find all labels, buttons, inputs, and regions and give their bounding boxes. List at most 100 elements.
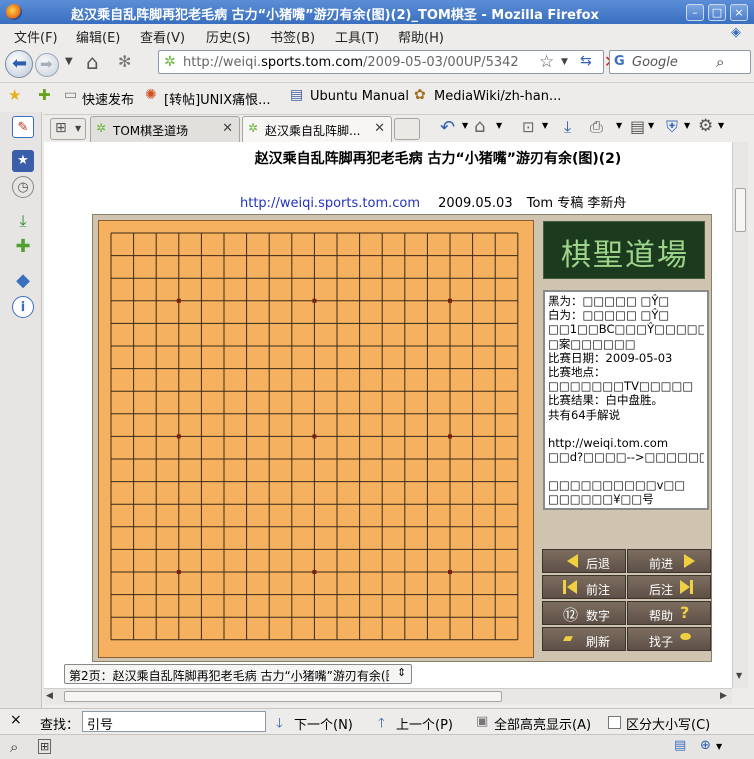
- horizontal-scroll-thumb[interactable]: [64, 691, 502, 702]
- minimize-button[interactable]: –: [686, 4, 704, 21]
- tab-close-icon[interactable]: ✕: [222, 121, 233, 136]
- tab-close-icon[interactable]: ✕: [374, 121, 385, 136]
- search-input[interactable]: Google: [632, 55, 678, 70]
- menu-tools[interactable]: 工具(T): [335, 27, 379, 46]
- bookmark-unix[interactable]: [转帖]UNIX痛恨...: [164, 89, 271, 108]
- dropdown-icon[interactable]: ▼: [648, 121, 654, 130]
- close-button[interactable]: ×: [730, 4, 748, 21]
- menu-edit[interactable]: 编辑(E): [76, 27, 120, 46]
- article-title: 赵汉乘自乱阵脚再犯老毛病 古力“小猪嘴”游刃有余(图)(2): [254, 151, 622, 167]
- bookmarks-star-icon[interactable]: ★: [8, 86, 21, 104]
- arrow-down-icon: 🡓: [276, 716, 283, 731]
- rss-icon[interactable]: ⊡: [522, 118, 535, 136]
- addon-icon[interactable]: ✻: [118, 52, 131, 71]
- site-link[interactable]: http://weiqi.sports.tom.com: [240, 196, 420, 211]
- diamond-icon[interactable]: ◆: [12, 270, 34, 292]
- status-dropdown-icon[interactable]: ▼: [716, 742, 722, 751]
- show-numbers-button[interactable]: ⑫ 数字: [542, 601, 626, 625]
- reload-icon[interactable]: ⇆: [580, 53, 592, 69]
- home-small-icon[interactable]: ⌂: [474, 116, 485, 137]
- addons-puzzle-icon[interactable]: ✚: [12, 236, 34, 258]
- history-clock-icon[interactable]: ◷: [12, 176, 34, 198]
- page-tools-icon[interactable]: ▤: [630, 117, 645, 136]
- status-stack-icon[interactable]: ▤: [674, 738, 686, 753]
- save-page-icon[interactable]: ⤓: [564, 117, 571, 137]
- url-bar[interactable]: ✲ http://weiqi.sports.tom.com/2009-05-03…: [158, 50, 617, 74]
- info-line: 比赛结果：白中盘胜。: [548, 393, 663, 408]
- refresh-button[interactable]: ▰ 刷新: [542, 627, 626, 651]
- page-select[interactable]: 第2页：赵汉乘自乱阵脚再犯老毛病 古力“小猪嘴”游刃有余(图) ⇕: [64, 664, 412, 684]
- url-dropdown-icon[interactable]: ▼: [561, 57, 568, 67]
- find-stone-icon: ⬬: [680, 630, 692, 645]
- extra-toolbar: ↶ ▼ ⌂ ▼ ⊡ ▼ ⤓ ⎙ ▼ ▤ ▼ ⛨ ▼ ⚙ ▼: [440, 116, 750, 140]
- info-line: [548, 464, 704, 478]
- find-close-icon[interactable]: ×: [10, 712, 22, 728]
- find-stone-button[interactable]: 找子 ⬬: [627, 627, 711, 651]
- scroll-down-arrow-icon[interactable]: ▼: [736, 671, 742, 680]
- bookmark-star-icon[interactable]: ☆: [539, 52, 554, 72]
- screenshot-tool-icon[interactable]: ✎: [12, 116, 34, 138]
- bookmarks-sidebar-icon[interactable]: ★: [12, 150, 34, 172]
- forward-button[interactable]: ➡: [35, 53, 59, 77]
- home-icon[interactable]: ⌂: [86, 50, 99, 74]
- menu-file[interactable]: 文件(F): [14, 27, 58, 46]
- status-addon-icon[interactable]: ⊞: [38, 739, 52, 754]
- search-magnifier-icon[interactable]: ⌕: [716, 53, 724, 71]
- go-board[interactable]: [98, 220, 534, 658]
- window-title-bar[interactable]: 赵汉乘自乱阵脚再犯老毛病 古力“小猪嘴”游刃有余(图)(2)_TOM棋圣 - M…: [0, 0, 754, 24]
- bookmark-ubuntu-manual[interactable]: Ubuntu Manual: [310, 89, 409, 104]
- highlight-all-button[interactable]: 全部高亮显示(A): [494, 714, 591, 733]
- vertical-scroll-thumb[interactable]: [735, 188, 746, 232]
- page-icon: ▭: [64, 87, 78, 103]
- bookmark-mediawiki[interactable]: MediaWiki/zh-han...: [434, 89, 561, 104]
- help-button[interactable]: 帮助 ?: [627, 601, 711, 625]
- vertical-scrollbar[interactable]: ▼: [732, 142, 748, 688]
- downloads-icon[interactable]: ⤓: [12, 210, 34, 232]
- find-next-button[interactable]: 下一个(N): [294, 714, 353, 733]
- tab-article[interactable]: ✲ 赵汉乘自乱阵脚... ✕: [242, 116, 392, 142]
- scroll-left-arrow-icon[interactable]: ◀: [46, 691, 53, 701]
- status-bar: ⌕ ⊞ ▤ ⊕ ▼: [0, 734, 754, 759]
- security-shield-icon[interactable]: ⛨: [666, 117, 678, 137]
- url-text[interactable]: http://weiqi.sports.tom.com/2009-05-03/0…: [183, 55, 519, 70]
- maximize-button[interactable]: □: [708, 4, 726, 21]
- search-bar[interactable]: G Google ⌕: [609, 50, 751, 74]
- bookmark-add-icon[interactable]: ✚: [38, 86, 51, 104]
- dropdown-icon[interactable]: ▼: [684, 121, 690, 130]
- info-line: [548, 422, 704, 436]
- menu-help[interactable]: 帮助(H): [398, 27, 444, 46]
- menu-view[interactable]: 查看(V): [140, 27, 185, 46]
- undo-close-tab-icon[interactable]: ↶: [440, 117, 455, 138]
- back-arrow-icon: ⬅: [12, 53, 28, 74]
- dropdown-icon[interactable]: ▼: [462, 121, 468, 130]
- status-search-icon[interactable]: ⌕: [10, 738, 18, 756]
- scroll-right-arrow-icon[interactable]: ▶: [720, 691, 727, 701]
- info-icon[interactable]: i: [12, 296, 34, 318]
- menu-history[interactable]: 历史(S): [206, 27, 250, 46]
- find-prev-button[interactable]: 上一个(P): [396, 714, 453, 733]
- tab-list-button[interactable]: ⊞ ▼: [50, 118, 86, 140]
- settings-gear-icon[interactable]: ⚙: [698, 116, 713, 136]
- prev-note-button[interactable]: 前注: [542, 575, 626, 599]
- print-icon[interactable]: ⎙: [590, 117, 603, 137]
- go-board-grid[interactable]: [99, 221, 535, 659]
- next-note-button[interactable]: 后注: [627, 575, 711, 599]
- horizontal-scrollbar[interactable]: ◀ ▶: [44, 688, 732, 704]
- history-dropdown-icon[interactable]: ▼: [65, 56, 73, 67]
- forward-move-button[interactable]: 前进: [627, 549, 711, 573]
- status-zoom-icon[interactable]: ⊕: [700, 738, 711, 753]
- bookmark-quick-post[interactable]: 快速发布: [82, 89, 134, 108]
- find-input[interactable]: 引号: [82, 711, 266, 733]
- weiqi-logo: 棋聖道場: [543, 221, 705, 279]
- dropdown-icon[interactable]: ▼: [496, 121, 502, 130]
- match-case-checkbox[interactable]: [608, 716, 621, 729]
- menu-bookmarks[interactable]: 书签(B): [270, 27, 315, 46]
- dropdown-icon[interactable]: ▼: [542, 121, 548, 130]
- back-move-button[interactable]: 后退: [542, 549, 626, 573]
- dropdown-icon[interactable]: ▼: [718, 121, 724, 130]
- new-tab-button[interactable]: [394, 118, 420, 140]
- sidebar: ✎ ★ ◷ ⤓ ✚ ◆ i: [0, 112, 42, 708]
- dropdown-icon[interactable]: ▼: [616, 121, 622, 130]
- back-button[interactable]: ⬅: [5, 50, 33, 78]
- tab-tom-weiqi[interactable]: ✲ TOM棋圣道场 ✕: [90, 116, 240, 142]
